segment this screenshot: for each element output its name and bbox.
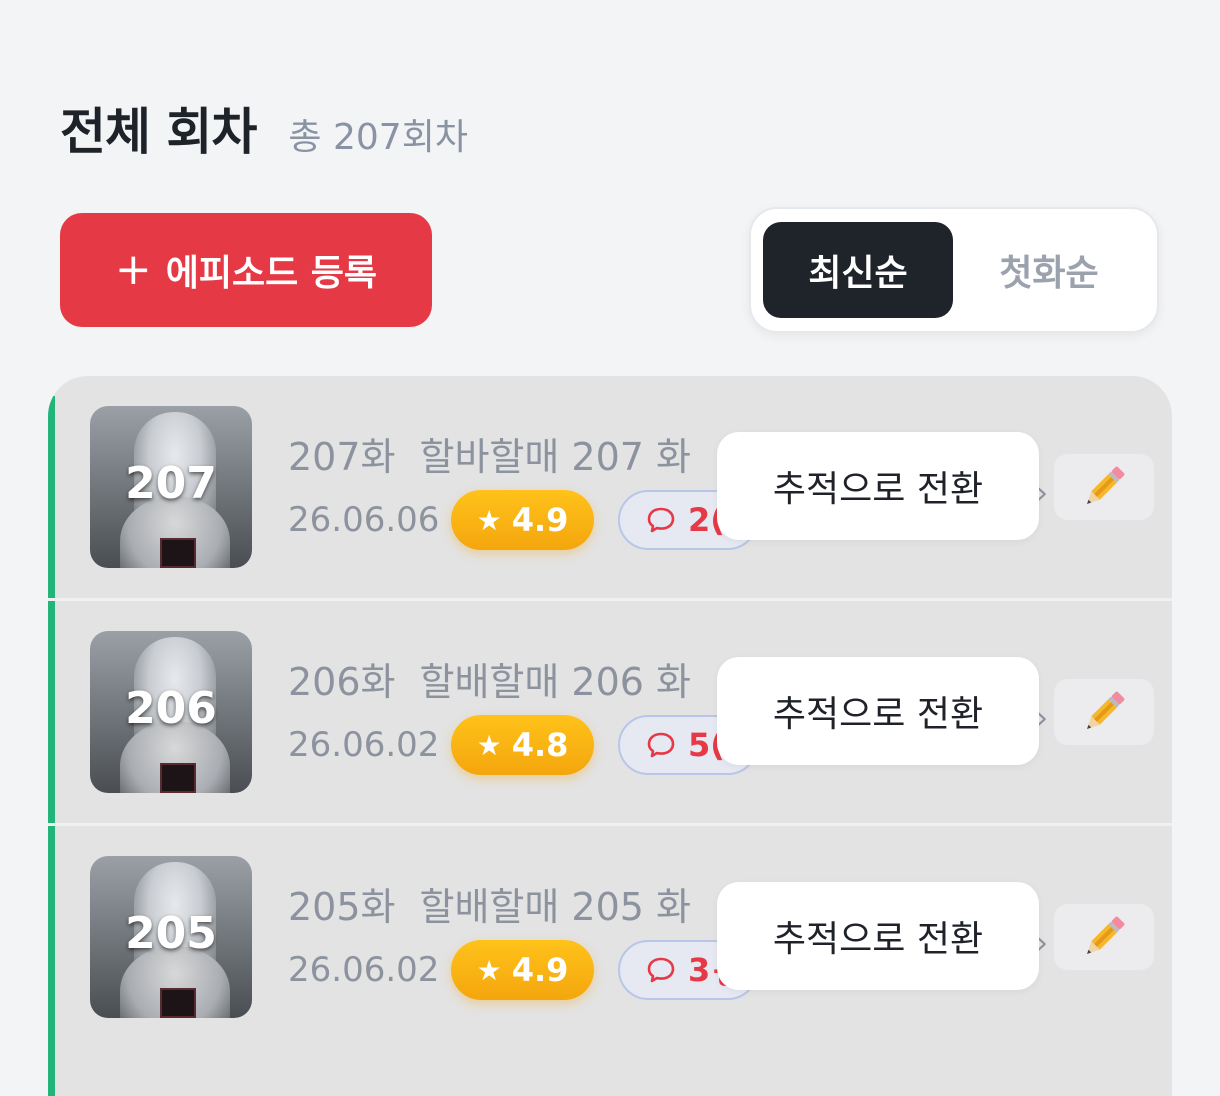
- pencil-icon: [1087, 691, 1125, 729]
- rating-badge: ★ 4.9: [451, 940, 594, 1000]
- episode-name: 할배할매 205 화: [419, 885, 692, 929]
- sort-first-button[interactable]: 첫화순: [954, 222, 1144, 318]
- sort-toggle: 최신순 첫화순: [749, 207, 1159, 333]
- convert-to-tracking-tooltip[interactable]: 추적으로 전환: [717, 432, 1039, 540]
- rating-badge: ★ 4.9: [451, 490, 594, 550]
- star-icon: ★: [476, 953, 502, 987]
- episode-number: 206화: [288, 660, 396, 704]
- episode-number: 207화: [288, 435, 396, 479]
- episode-name: 할배할매 206 화: [419, 660, 692, 704]
- episode-row[interactable]: 206 206화 할배할매 206 화 26.06.02 ★ 4.8 5( › 추…: [48, 601, 1172, 826]
- episode-date: 26.06.06: [288, 500, 440, 540]
- pencil-icon: [1087, 916, 1125, 954]
- sort-latest-button[interactable]: 최신순: [763, 222, 953, 318]
- episode-title: 206화 할배할매 206 화: [288, 651, 691, 706]
- episode-thumbnail: 206: [90, 631, 252, 793]
- edit-episode-button[interactable]: [1054, 679, 1154, 745]
- page-title: 전체 회차: [60, 103, 257, 161]
- episode-row[interactable]: 205 205화 할배할매 205 화 26.06.02 ★ 4.9 3{ › 추…: [48, 826, 1172, 1051]
- add-episode-label: 에피소드 등록: [165, 253, 378, 294]
- rating-value: 4.9: [511, 501, 569, 539]
- speech-bubble-icon: [647, 732, 675, 758]
- thumbnail-number: 207: [125, 458, 217, 509]
- episode-thumbnail: 205: [90, 856, 252, 1018]
- pencil-icon: [1087, 466, 1125, 504]
- episode-row[interactable]: 207 207화 할바할매 207 화 26.06.06 ★ 4.9 2( › 추…: [48, 376, 1172, 601]
- star-icon: ★: [476, 503, 502, 537]
- edit-episode-button[interactable]: [1054, 454, 1154, 520]
- speech-bubble-icon: [647, 957, 675, 983]
- rating-value: 4.8: [511, 726, 569, 764]
- speech-bubble-icon: [647, 507, 675, 533]
- episode-name: 할바할매 207 화: [419, 435, 692, 479]
- episode-date: 26.06.02: [288, 950, 440, 990]
- thumbnail-number: 205: [125, 908, 217, 959]
- section-header: 전체 회차 총 207회차: [60, 92, 468, 164]
- thumbnail-number: 206: [125, 683, 217, 734]
- episode-title: 207화 할바할매 207 화: [288, 426, 691, 481]
- episode-thumbnail: 207: [90, 406, 252, 568]
- episode-count: 총 207회차: [288, 117, 468, 158]
- episode-list: 207 207화 할바할매 207 화 26.06.06 ★ 4.9 2( › 추…: [48, 376, 1172, 1096]
- rating-value: 4.9: [511, 951, 569, 989]
- convert-to-tracking-tooltip[interactable]: 추적으로 전환: [717, 657, 1039, 765]
- plus-icon: +: [114, 244, 152, 295]
- star-icon: ★: [476, 728, 502, 762]
- add-episode-button[interactable]: + 에피소드 등록: [60, 213, 432, 327]
- rating-badge: ★ 4.8: [451, 715, 594, 775]
- episode-number: 205화: [288, 885, 396, 929]
- episode-date: 26.06.02: [288, 725, 440, 765]
- episode-title: 205화 할배할매 205 화: [288, 876, 691, 931]
- edit-episode-button[interactable]: [1054, 904, 1154, 970]
- convert-to-tracking-tooltip[interactable]: 추적으로 전환: [717, 882, 1039, 990]
